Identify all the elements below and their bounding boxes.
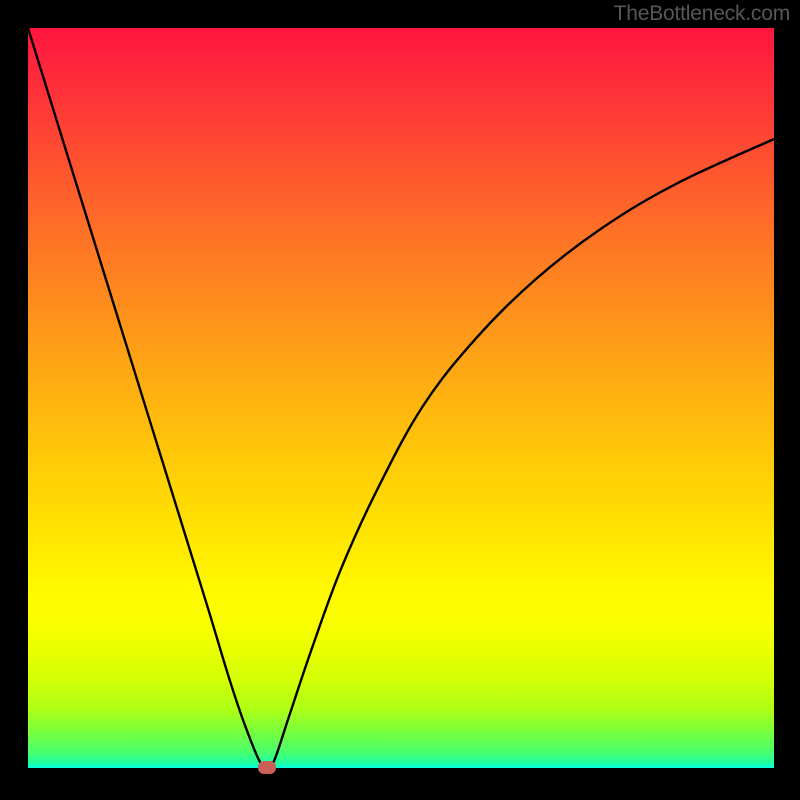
chart-frame xyxy=(0,28,800,800)
plot-gradient-bg xyxy=(28,28,774,768)
watermark-text: TheBottleneck.com xyxy=(0,0,800,28)
minimum-marker xyxy=(258,761,276,774)
plot-area xyxy=(28,28,774,768)
